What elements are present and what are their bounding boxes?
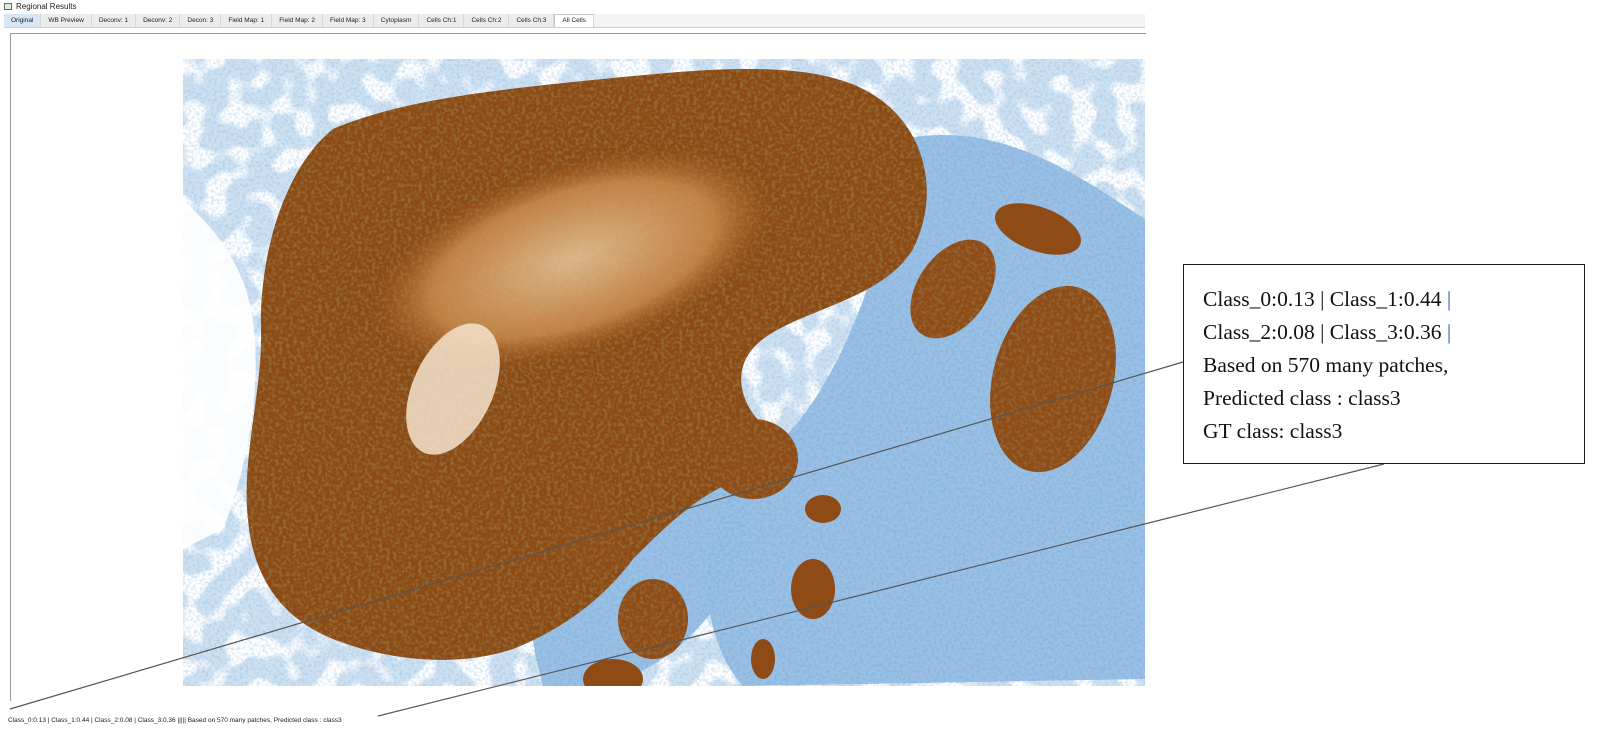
class2-probability: Class_2:0.08: [1203, 320, 1315, 344]
class3-probability: Class_3:0.36: [1329, 320, 1442, 344]
status-bar-text: Class_0:0.13 | Class_1:0.44 | Class_2:0.…: [8, 717, 342, 724]
separator: |: [1446, 287, 1452, 311]
gt-class-text: GT class: class3: [1203, 419, 1343, 443]
class0-probability: Class_0:0.13: [1203, 287, 1315, 311]
class-probabilities-line-1: Class_0:0.13 | Class_1:0.44 |: [1203, 283, 1584, 316]
separator: |: [1320, 287, 1325, 311]
predicted-class-text: Predicted class : class3: [1203, 386, 1401, 410]
class-probabilities-line-2: Class_2:0.08 | Class_3:0.36 |: [1203, 316, 1584, 349]
class1-probability: Class_1:0.44: [1329, 287, 1442, 311]
separator: |: [1446, 320, 1452, 344]
separator: |: [1320, 320, 1325, 344]
patch-count-text: Based on 570 many patches,: [1203, 353, 1449, 377]
prediction-annotation-box: Class_0:0.13 | Class_1:0.44 | Class_2:0.…: [1183, 264, 1585, 464]
